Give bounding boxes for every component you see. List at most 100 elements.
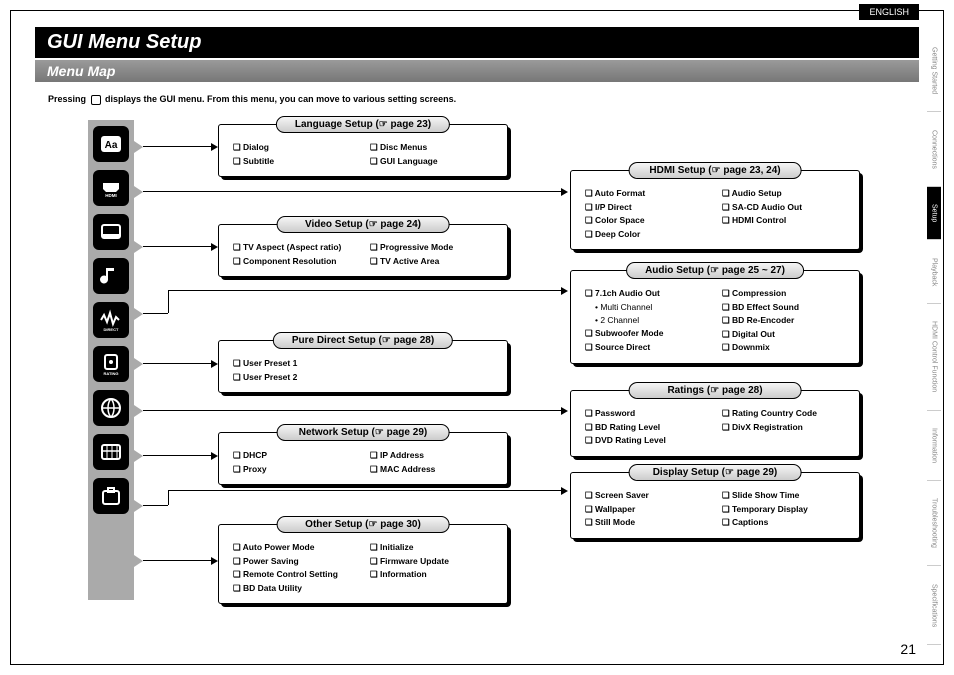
menu-item: Rating Country Code <box>722 407 849 421</box>
arrowhead-icon <box>561 407 568 415</box>
menu-item: Component Resolution <box>233 255 360 269</box>
menu-item: Slide Show Time <box>722 489 849 503</box>
card-other: Other Setup (☞ page 30) Auto Power ModeP… <box>218 524 508 604</box>
arrowhead-icon <box>561 188 568 196</box>
arrowhead-icon <box>211 143 218 151</box>
menu-item: Progressive Mode <box>370 241 497 255</box>
side-tab: Specifications <box>927 566 941 645</box>
menu-item: Remote Control Setting <box>233 568 360 582</box>
rating-icon: RATING <box>93 346 129 382</box>
card-title: HDMI Setup (☞ page 23, 24) <box>629 162 802 179</box>
connector-line <box>143 191 563 192</box>
menu-item: MAC Address <box>370 463 497 477</box>
svg-text:HDMI: HDMI <box>105 193 117 198</box>
connector-line <box>143 560 213 561</box>
menu-item: Auto Power Mode <box>233 541 360 555</box>
menu-subitem: Multi Channel <box>585 301 712 314</box>
section-bar: Menu Map <box>35 60 919 82</box>
card-ratings: Ratings (☞ page 28) PasswordBD Rating Le… <box>570 390 860 457</box>
arrow-icon <box>134 500 143 512</box>
card-language: Language Setup (☞ page 23) DialogSubtitl… <box>218 124 508 177</box>
menu-item: BD Effect Sound <box>722 301 849 315</box>
side-tab: Playback <box>927 240 941 304</box>
connector-line <box>168 490 169 505</box>
menu-item: Still Mode <box>585 516 712 530</box>
menu-item: Information <box>370 568 497 582</box>
card-pure-direct: Pure Direct Setup (☞ page 28) User Prese… <box>218 340 508 393</box>
arrow-icon <box>134 141 143 153</box>
card-display: Display Setup (☞ page 29) Screen SaverWa… <box>570 472 860 539</box>
card-audio: Audio Setup (☞ page 25 ~ 27) 7.1ch Audio… <box>570 270 860 364</box>
display-icon <box>93 434 129 470</box>
side-tab: Getting Started <box>927 30 941 112</box>
audio-icon <box>93 258 129 294</box>
menu-item: IP Address <box>370 449 497 463</box>
connector-line <box>143 455 213 456</box>
card-title: Language Setup (☞ page 23) <box>276 116 450 133</box>
icon-strip: Aa HDMI DIRECT RATING <box>88 120 134 600</box>
connector-line <box>143 505 168 506</box>
menu-item: Color Space <box>585 214 712 228</box>
language-icon: Aa <box>93 126 129 162</box>
arrowhead-icon <box>561 487 568 495</box>
menu-item: TV Aspect (Aspect ratio) <box>233 241 360 255</box>
card-title: Audio Setup (☞ page 25 ~ 27) <box>626 262 804 279</box>
side-tab: Information <box>927 411 941 481</box>
menu-item: Subwoofer Mode <box>585 327 712 341</box>
menu-item: Dialog <box>233 141 360 155</box>
svg-text:RATING: RATING <box>103 371 118 376</box>
menu-item: GUI Language <box>370 155 497 169</box>
menu-item: 7.1ch Audio Out <box>585 287 712 301</box>
menu-item: Source Direct <box>585 341 712 355</box>
connector-line <box>168 290 563 291</box>
arrowhead-icon <box>211 243 218 251</box>
card-network: Network Setup (☞ page 29) DHCPProxyIP Ad… <box>218 432 508 485</box>
connector-line <box>143 410 563 411</box>
svg-text:Aa: Aa <box>105 140 118 151</box>
intro-before: Pressing <box>48 94 89 104</box>
section-title: Menu Map <box>47 63 115 79</box>
side-tab: Troubleshooting <box>927 481 941 566</box>
card-title: Network Setup (☞ page 29) <box>277 424 450 441</box>
card-title: Video Setup (☞ page 24) <box>277 216 450 233</box>
menu-item: User Preset 2 <box>233 371 360 385</box>
menu-button-icon <box>91 95 101 105</box>
direct-icon: DIRECT <box>93 302 129 338</box>
language-tab: ENGLISH <box>859 4 919 20</box>
arrow-icon <box>134 555 143 567</box>
menu-item: Subtitle <box>233 155 360 169</box>
menu-item: Disc Menus <box>370 141 497 155</box>
arrow-icon <box>134 358 143 370</box>
connector-line <box>143 146 213 147</box>
card-title: Display Setup (☞ page 29) <box>629 464 802 481</box>
menu-subitem: 2 Channel <box>585 314 712 327</box>
menu-item: Firmware Update <box>370 555 497 569</box>
menu-item: Password <box>585 407 712 421</box>
side-tab: HDMI Control Function <box>927 304 941 411</box>
card-hdmi: HDMI Setup (☞ page 23, 24) Auto FormatI/… <box>570 170 860 250</box>
card-title: Pure Direct Setup (☞ page 28) <box>273 332 453 349</box>
menu-item: Proxy <box>233 463 360 477</box>
menu-item: DivX Registration <box>722 421 849 435</box>
menu-item: Auto Format <box>585 187 712 201</box>
menu-item: BD Re-Encoder <box>722 314 849 328</box>
connector-line <box>168 290 169 313</box>
arrowhead-icon <box>211 557 218 565</box>
page-number: 21 <box>900 641 916 657</box>
arrow-icon <box>134 241 143 253</box>
menu-item: TV Active Area <box>370 255 497 269</box>
menu-item: Downmix <box>722 341 849 355</box>
hdmi-icon: HDMI <box>93 170 129 206</box>
card-title: Other Setup (☞ page 30) <box>277 516 450 533</box>
menu-item: Initialize <box>370 541 497 555</box>
arrowhead-icon <box>211 452 218 460</box>
menu-item: SA-CD Audio Out <box>722 201 849 215</box>
arrow-icon <box>134 405 143 417</box>
card-title: Ratings (☞ page 28) <box>629 382 802 399</box>
menu-item: Digital Out <box>722 328 849 342</box>
menu-item: DHCP <box>233 449 360 463</box>
connector-line <box>143 246 213 247</box>
intro-text: Pressing displays the GUI menu. From thi… <box>48 94 906 105</box>
menu-item: BD Rating Level <box>585 421 712 435</box>
menu-item: Power Saving <box>233 555 360 569</box>
